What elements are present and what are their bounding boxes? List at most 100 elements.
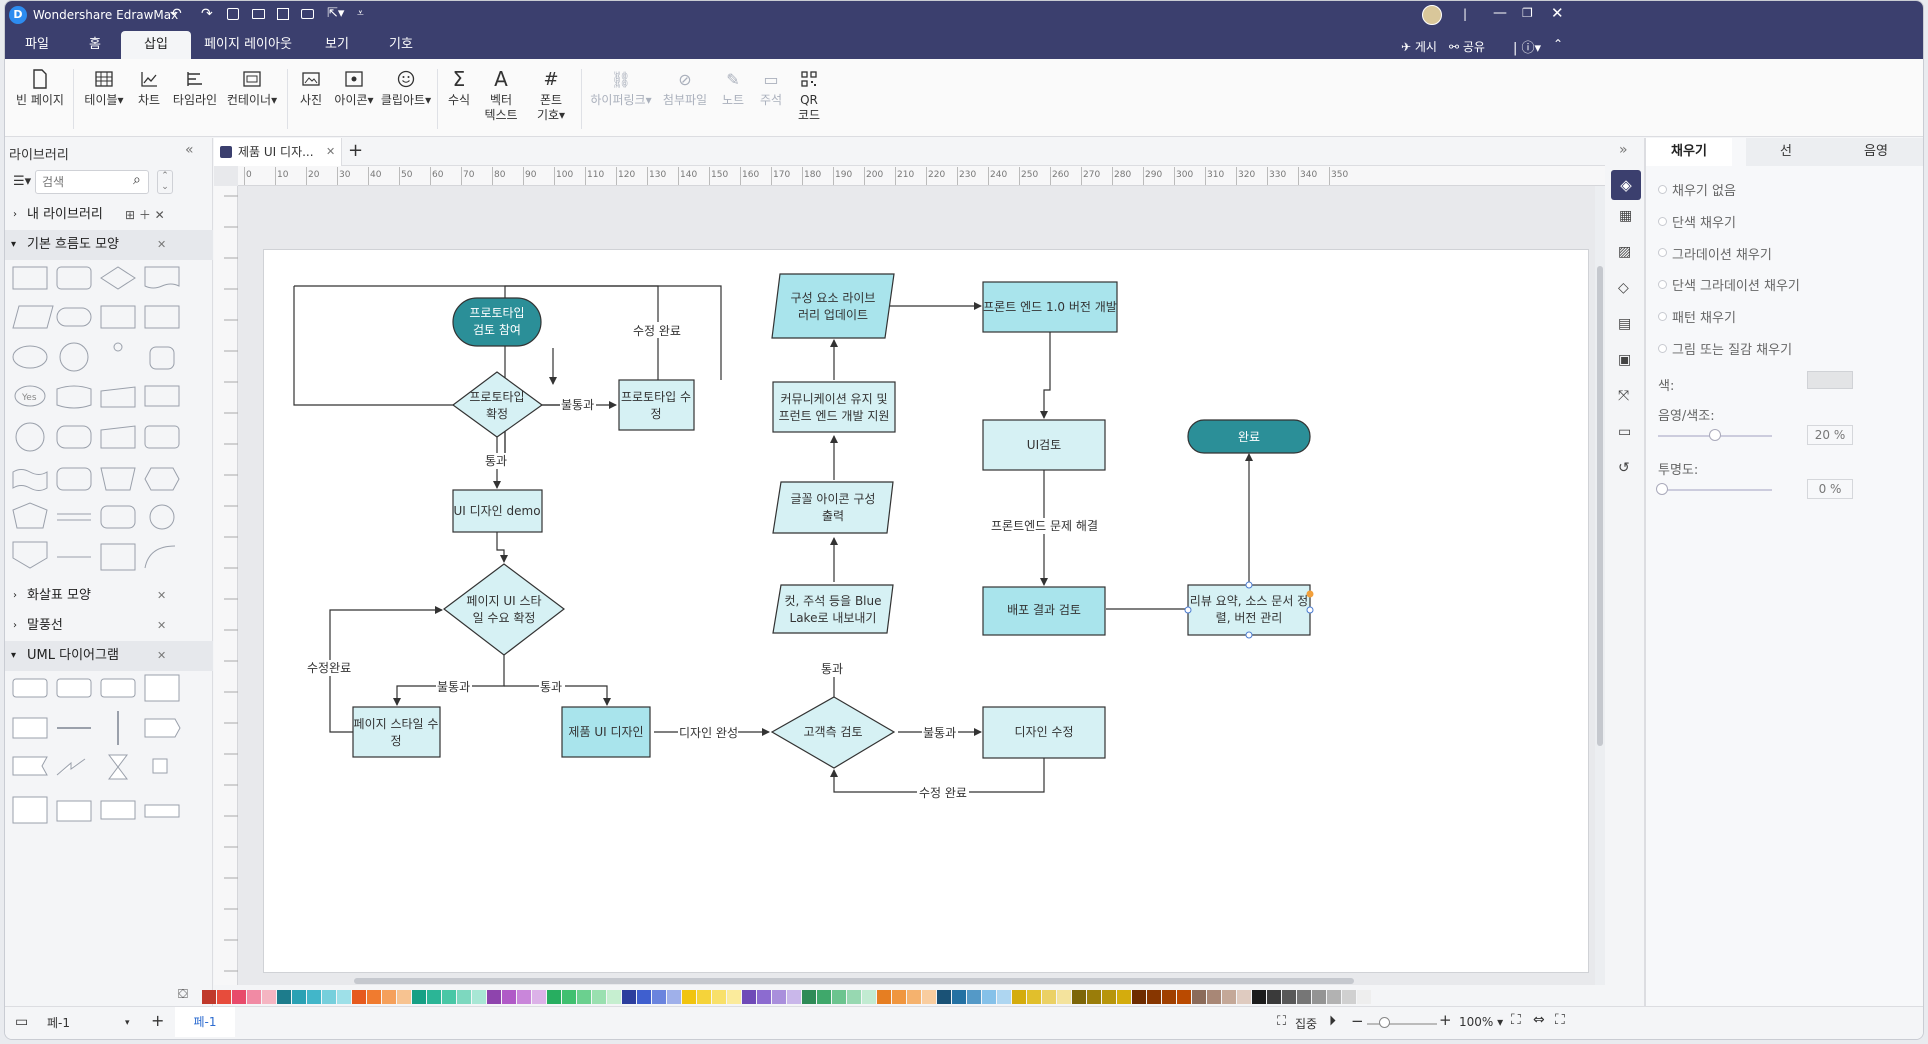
color-swatch[interactable] — [1267, 990, 1281, 1004]
node-lib[interactable] — [771, 273, 895, 339]
color-swatch[interactable] — [262, 990, 276, 1004]
color-swatch[interactable] — [652, 990, 666, 1004]
fill-gradient-label[interactable]: 그라데이션 채우기 — [1672, 244, 1772, 263]
color-swatch[interactable] — [1207, 990, 1221, 1004]
new-icon[interactable] — [227, 8, 239, 20]
restore-icon[interactable]: ❐ — [1522, 6, 1533, 20]
expand-panel-icon[interactable]: » — [1619, 142, 1628, 158]
fill-solid-label[interactable]: 단색 채우기 — [1672, 212, 1736, 231]
drawing-page[interactable]: 프로토타입 검토 참여 프로토타입 확정 프로토타입 수 정 UI 디자인 de… — [263, 249, 1589, 973]
vector-text-button[interactable]: A 벡터 텍스트 — [481, 65, 521, 135]
node-confirm[interactable] — [451, 371, 544, 438]
close-section-icon[interactable]: ✕ — [157, 581, 166, 611]
close-tab-icon[interactable]: ✕ — [326, 138, 335, 166]
fit-page-icon[interactable]: ⛶ — [1511, 1012, 1521, 1028]
close-icon[interactable]: ✕ — [1551, 4, 1564, 22]
color-swatch[interactable] — [277, 990, 291, 1004]
node-icon[interactable] — [772, 481, 894, 534]
color-swatch[interactable] — [592, 990, 606, 1004]
color-swatch[interactable] — [697, 990, 711, 1004]
color-swatch[interactable] — [1042, 990, 1056, 1004]
color-swatch[interactable] — [1237, 990, 1251, 1004]
fill-gradient-radio[interactable] — [1658, 248, 1667, 257]
document-tab[interactable]: 제품 UI 디자... ✕ — [214, 138, 342, 166]
color-swatch[interactable] — [562, 990, 576, 1004]
zoom-slider[interactable] — [1367, 1023, 1437, 1025]
font-symbol-button[interactable]: # 폰트 기호▾ — [529, 65, 573, 135]
tab-page-layout[interactable]: 페이지 레이아웃 — [193, 31, 303, 59]
color-swatch[interactable] — [892, 990, 906, 1004]
collapse-library-icon[interactable]: « — [185, 142, 194, 158]
clipart-button[interactable]: 클립아트▾ — [379, 65, 433, 135]
library-search-input[interactable] — [35, 170, 149, 194]
color-swatch[interactable] — [802, 990, 816, 1004]
panel-tab-shadow[interactable]: 음영 — [1826, 138, 1923, 166]
color-swatch[interactable] — [472, 990, 486, 1004]
color-swatch[interactable] — [607, 990, 621, 1004]
color-swatch[interactable] — [637, 990, 651, 1004]
history-icon[interactable]: ↺ — [1618, 460, 1630, 476]
color-swatch[interactable] — [682, 990, 696, 1004]
color-swatch[interactable] — [202, 990, 216, 1004]
scroll-up-icon[interactable]: ⌃ ⌄ — [157, 170, 173, 194]
tab-view[interactable]: 보기 — [307, 31, 367, 59]
fit-width-icon[interactable]: ⇔ — [1533, 1012, 1545, 1028]
search-icon[interactable]: ⌕ — [133, 172, 141, 188]
color-swatch[interactable] — [532, 990, 546, 1004]
basic-flowchart-header[interactable]: ▾ 기본 흐름도 모양 ✕ — [5, 230, 213, 260]
transparency-slider-knob[interactable] — [1656, 483, 1668, 495]
export-icon[interactable]: ⇱▾ — [327, 6, 344, 21]
arrow-shapes-header[interactable]: › 화살표 모양 ✕ — [5, 581, 213, 611]
color-swatch[interactable] — [1177, 990, 1191, 1004]
fill-tool-icon[interactable]: ◈ — [1611, 170, 1641, 200]
play-icon[interactable]: ⏵ — [1329, 1013, 1336, 1029]
present-tool-icon[interactable]: ▭ — [1618, 424, 1631, 440]
redo-icon[interactable]: ↷ — [201, 6, 213, 22]
color-swatch[interactable] — [757, 990, 771, 1004]
fill-none-radio[interactable] — [1658, 185, 1667, 194]
color-swatch[interactable] — [442, 990, 456, 1004]
color-swatch[interactable] — [1192, 990, 1206, 1004]
fill-picture-label[interactable]: 그림 또는 질감 채우기 — [1672, 339, 1792, 358]
color-swatch[interactable] — [622, 990, 636, 1004]
close-section-icon[interactable]: ✕ — [157, 641, 166, 671]
color-swatch[interactable] — [322, 990, 336, 1004]
collapse-ribbon-icon[interactable]: ⌃ — [1553, 37, 1563, 51]
color-swatch[interactable] — [1012, 990, 1026, 1004]
formula-button[interactable]: Σ 수식 — [441, 65, 477, 135]
connect-tool-icon[interactable]: ⤧ — [1618, 388, 1629, 404]
publish-button[interactable]: ✈ 게시 — [1401, 38, 1437, 55]
customize-icon[interactable]: ⩡ — [357, 6, 364, 21]
tab-file[interactable]: 파일 — [9, 31, 65, 59]
color-swatch[interactable] — [712, 990, 726, 1004]
color-swatch[interactable] — [547, 990, 561, 1004]
add-library-icons[interactable]: ⊞ ＋ ✕ — [125, 200, 165, 230]
page-select[interactable]: 페-1 ▾ — [41, 1012, 137, 1034]
color-swatch[interactable] — [517, 990, 531, 1004]
focus-label[interactable]: 집중 — [1295, 1015, 1317, 1032]
color-swatch[interactable] — [952, 990, 966, 1004]
color-swatch[interactable] — [1327, 990, 1341, 1004]
color-swatch[interactable] — [922, 990, 936, 1004]
panel-tab-line[interactable]: 선 — [1746, 138, 1826, 166]
color-swatch[interactable] — [427, 990, 441, 1004]
color-swatch[interactable] — [1132, 990, 1146, 1004]
photo-button[interactable]: 사진 — [293, 65, 329, 135]
library-menu-icon[interactable]: ☰▾ — [13, 174, 31, 189]
timeline-button[interactable]: 타임라인 — [169, 65, 221, 135]
fill-picture-radio[interactable] — [1658, 344, 1667, 353]
horizontal-scroll-thumb[interactable] — [354, 978, 1354, 984]
color-swatch[interactable] — [817, 990, 831, 1004]
fullscreen-icon[interactable]: ⛶ — [1555, 1012, 1565, 1028]
node-style-confirm[interactable] — [443, 563, 565, 656]
color-swatch[interactable] — [1342, 990, 1356, 1004]
avatar[interactable] — [1422, 5, 1442, 25]
color-swatch[interactable] — [1252, 990, 1266, 1004]
color-swatch[interactable] — [412, 990, 426, 1004]
vertical-scroll-thumb[interactable] — [1597, 266, 1603, 746]
node-style-edit[interactable] — [352, 706, 441, 758]
color-swatch[interactable] — [862, 990, 876, 1004]
panel-tab-fill[interactable]: 채우기 — [1646, 138, 1732, 166]
image-tool-icon[interactable]: ▨ — [1618, 244, 1631, 260]
hyperlink-button[interactable]: ⛓ 하이퍼링크▾ — [589, 65, 653, 135]
